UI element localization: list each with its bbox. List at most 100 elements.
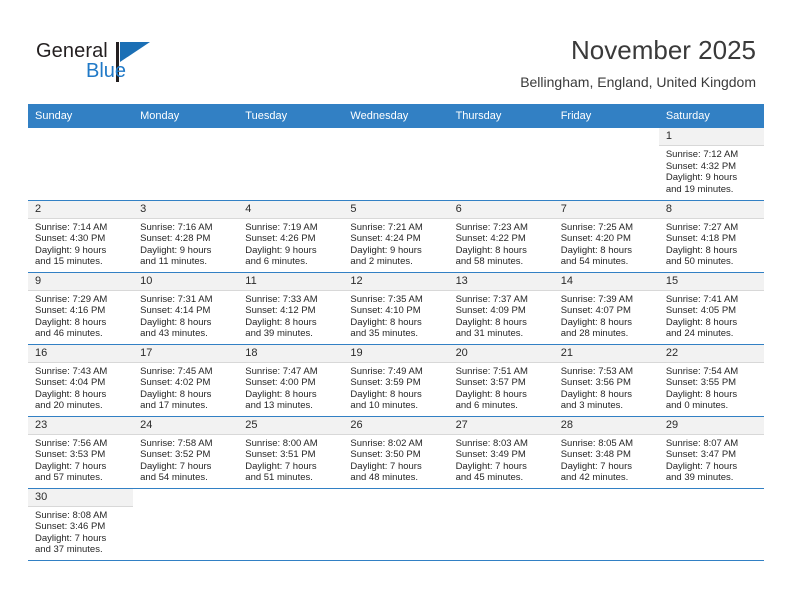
sunset-text: Sunset: 4:26 PM <box>245 233 316 245</box>
calendar-day-cell-empty <box>658 488 764 561</box>
calendar-day-cell[interactable]: 2 Sunrise: 7:14 AM Sunset: 4:30 PM Daylight… <box>28 200 134 273</box>
sunrise-text: Sunrise: 8:05 AM <box>560 437 634 449</box>
calendar-day-cell[interactable]: 6 Sunrise: 7:23 AM Sunset: 4:22 PM Daylight… <box>448 200 554 273</box>
calendar-day-cell[interactable]: 30 Sunrise: 8:08 AM Sunset: 3:46 PM Dayligh… <box>28 488 134 561</box>
calendar-day-cell[interactable]: 18 Sunrise: 7:47 AM Sunset: 4:00 PM Dayligh… <box>238 344 344 417</box>
day-number: 26 <box>343 416 449 435</box>
sunset-text: Sunset: 4:10 PM <box>350 305 421 317</box>
day-number: 27 <box>448 416 554 435</box>
day-details: Sunrise: 7:27 AM Sunset: 4:18 PM Daylight:… <box>659 219 764 268</box>
daylight-text-line2: and 28 minutes. <box>560 328 629 340</box>
sunset-text: Sunset: 3:57 PM <box>455 377 526 389</box>
calendar-week-row: 16 Sunrise: 7:43 AM Sunset: 4:04 PM Dayligh… <box>28 344 764 417</box>
calendar-day-cell[interactable]: 27 Sunrise: 8:03 AM Sunset: 3:49 PM Dayligh… <box>448 416 554 489</box>
calendar-day-cell[interactable]: 26 Sunrise: 8:02 AM Sunset: 3:50 PM Dayligh… <box>343 416 449 489</box>
sunset-text: Sunset: 3:56 PM <box>560 377 631 389</box>
daylight-text-line2: and 10 minutes. <box>350 400 419 412</box>
calendar-day-cell[interactable]: 19 Sunrise: 7:49 AM Sunset: 3:59 PM Dayligh… <box>343 344 449 417</box>
daylight-text-line2: and 37 minutes. <box>35 544 103 556</box>
daylight-text-line2: and 17 minutes. <box>140 400 208 412</box>
sunrise-text: Sunrise: 7:35 AM <box>350 293 423 305</box>
day-details: Sunrise: 8:03 AM Sunset: 3:49 PM Daylight:… <box>449 435 554 484</box>
daylight-text-line1: Daylight: 7 hours <box>140 460 212 472</box>
day-number: 9 <box>28 272 134 291</box>
day-details: Sunrise: 8:08 AM Sunset: 3:46 PM Daylight:… <box>28 507 133 556</box>
sunrise-text: Sunrise: 7:37 AM <box>455 293 528 305</box>
calendar-day-cell[interactable]: 12 Sunrise: 7:35 AM Sunset: 4:10 PM Dayligh… <box>343 272 449 345</box>
calendar-day-cell[interactable]: 21 Sunrise: 7:53 AM Sunset: 3:56 PM Dayligh… <box>553 344 659 417</box>
general-blue-logo[interactable]: General Blue <box>36 40 176 88</box>
day-details: Sunrise: 7:25 AM Sunset: 4:20 PM Daylight:… <box>554 219 659 268</box>
day-details: Sunrise: 7:53 AM Sunset: 3:56 PM Daylight:… <box>554 363 659 412</box>
day-details: Sunrise: 7:23 AM Sunset: 4:22 PM Daylight:… <box>449 219 554 268</box>
sunrise-text: Sunrise: 7:56 AM <box>35 437 108 449</box>
sunrise-text: Sunrise: 7:21 AM <box>350 221 423 233</box>
calendar-day-cell[interactable]: 23 Sunrise: 7:56 AM Sunset: 3:53 PM Dayligh… <box>28 416 134 489</box>
calendar-week-row: 1 Sunrise: 7:12 AM Sunset: 4:32 PM Daylight… <box>28 128 764 201</box>
calendar-day-cell[interactable]: 28 Sunrise: 8:05 AM Sunset: 3:48 PM Dayligh… <box>553 416 659 489</box>
calendar-day-cell[interactable]: 9 Sunrise: 7:29 AM Sunset: 4:16 PM Daylight… <box>28 272 134 345</box>
daylight-text-line2: and 57 minutes. <box>35 472 103 484</box>
daylight-text-line1: Daylight: 8 hours <box>35 316 107 328</box>
daylight-text-line2: and 15 minutes. <box>35 256 103 268</box>
daylight-text-line1: Daylight: 9 hours <box>35 244 107 256</box>
sunset-text: Sunset: 4:04 PM <box>35 377 106 389</box>
daylight-text-line1: Daylight: 8 hours <box>455 316 527 328</box>
calendar-day-cell[interactable]: 16 Sunrise: 7:43 AM Sunset: 4:04 PM Dayligh… <box>28 344 134 417</box>
sunset-text: Sunset: 3:59 PM <box>350 377 421 389</box>
day-number: 23 <box>28 416 134 435</box>
day-number: 1 <box>658 128 764 146</box>
calendar-day-cell[interactable]: 14 Sunrise: 7:39 AM Sunset: 4:07 PM Dayligh… <box>553 272 659 345</box>
daylight-text-line1: Daylight: 7 hours <box>350 460 422 472</box>
calendar-header-row: Sunday Monday Tuesday Wednesday Thursday Frid… <box>28 104 764 128</box>
day-details: Sunrise: 7:29 AM Sunset: 4:16 PM Daylight:… <box>28 291 133 340</box>
calendar-day-cell[interactable]: 25 Sunrise: 8:00 AM Sunset: 3:51 PM Dayligh… <box>238 416 344 489</box>
daylight-text-line1: Daylight: 8 hours <box>665 388 738 400</box>
daylight-text-line1: Daylight: 9 hours <box>140 244 212 256</box>
day-details: Sunrise: 7:58 AM Sunset: 3:52 PM Daylight:… <box>133 435 238 484</box>
calendar-day-cell[interactable]: 5 Sunrise: 7:21 AM Sunset: 4:24 PM Daylight… <box>343 200 449 273</box>
calendar-day-cell[interactable]: 20 Sunrise: 7:51 AM Sunset: 3:57 PM Dayligh… <box>448 344 554 417</box>
daylight-text-line1: Daylight: 7 hours <box>35 460 107 472</box>
calendar-day-cell[interactable]: 13 Sunrise: 7:37 AM Sunset: 4:09 PM Dayligh… <box>448 272 554 345</box>
daylight-text-line2: and 35 minutes. <box>350 328 419 340</box>
calendar-day-cell[interactable]: 11 Sunrise: 7:33 AM Sunset: 4:12 PM Dayligh… <box>238 272 344 345</box>
calendar-day-cell[interactable]: 8 Sunrise: 7:27 AM Sunset: 4:18 PM Daylight… <box>658 200 764 273</box>
daylight-text-line2: and 13 minutes. <box>245 400 313 412</box>
calendar-day-cell[interactable]: 17 Sunrise: 7:45 AM Sunset: 4:02 PM Dayligh… <box>133 344 239 417</box>
sunrise-text: Sunrise: 7:19 AM <box>245 221 318 233</box>
calendar-day-cell[interactable]: 4 Sunrise: 7:19 AM Sunset: 4:26 PM Daylight… <box>238 200 344 273</box>
daylight-text-line2: and 58 minutes. <box>455 256 524 268</box>
calendar-day-cell[interactable]: 10 Sunrise: 7:31 AM Sunset: 4:14 PM Dayligh… <box>133 272 239 345</box>
daylight-text-line1: Daylight: 8 hours <box>140 316 212 328</box>
daylight-text-line2: and 11 minutes. <box>140 256 208 268</box>
sunset-text: Sunset: 3:52 PM <box>140 449 211 461</box>
calendar-day-cell[interactable]: 15 Sunrise: 7:41 AM Sunset: 4:05 PM Dayligh… <box>658 272 764 345</box>
calendar-day-cell[interactable]: 1 Sunrise: 7:12 AM Sunset: 4:32 PM Daylight… <box>658 128 764 201</box>
daylight-text-line1: Daylight: 7 hours <box>455 460 527 472</box>
calendar-day-cell[interactable]: 24 Sunrise: 7:58 AM Sunset: 3:52 PM Dayligh… <box>133 416 239 489</box>
sunset-text: Sunset: 3:55 PM <box>665 377 737 389</box>
day-details: Sunrise: 7:16 AM Sunset: 4:28 PM Daylight:… <box>133 219 238 268</box>
day-number: 14 <box>553 272 659 291</box>
sunrise-sunset-calendar: Sunday Monday Tuesday Wednesday Thursday Frid… <box>28 104 764 561</box>
day-number: 10 <box>133 272 239 291</box>
calendar-day-cell[interactable]: 29 Sunrise: 8:07 AM Sunset: 3:47 PM Dayligh… <box>658 416 764 489</box>
daylight-text-line2: and 50 minutes. <box>665 256 734 268</box>
day-number: 13 <box>448 272 554 291</box>
calendar-day-cell[interactable]: 3 Sunrise: 7:16 AM Sunset: 4:28 PM Daylight… <box>133 200 239 273</box>
daylight-text-line1: Daylight: 9 hours <box>665 172 738 184</box>
daylight-text-line2: and 39 minutes. <box>245 328 313 340</box>
daylight-text-line2: and 54 minutes. <box>560 256 629 268</box>
sunset-text: Sunset: 3:46 PM <box>35 521 106 533</box>
calendar-day-cell[interactable]: 7 Sunrise: 7:25 AM Sunset: 4:20 PM Daylight… <box>553 200 659 273</box>
day-number: 19 <box>343 344 449 363</box>
sunset-text: Sunset: 3:48 PM <box>560 449 631 461</box>
sunset-text: Sunset: 4:28 PM <box>140 233 211 245</box>
daylight-text-line2: and 6 minutes. <box>455 400 518 412</box>
day-number: 12 <box>343 272 449 291</box>
day-number: 18 <box>238 344 344 363</box>
logo-text-blue: Blue <box>86 60 127 82</box>
calendar-day-cell[interactable]: 22 Sunrise: 7:54 AM Sunset: 3:55 PM Dayligh… <box>658 344 764 417</box>
sunrise-text: Sunrise: 7:47 AM <box>245 365 318 377</box>
